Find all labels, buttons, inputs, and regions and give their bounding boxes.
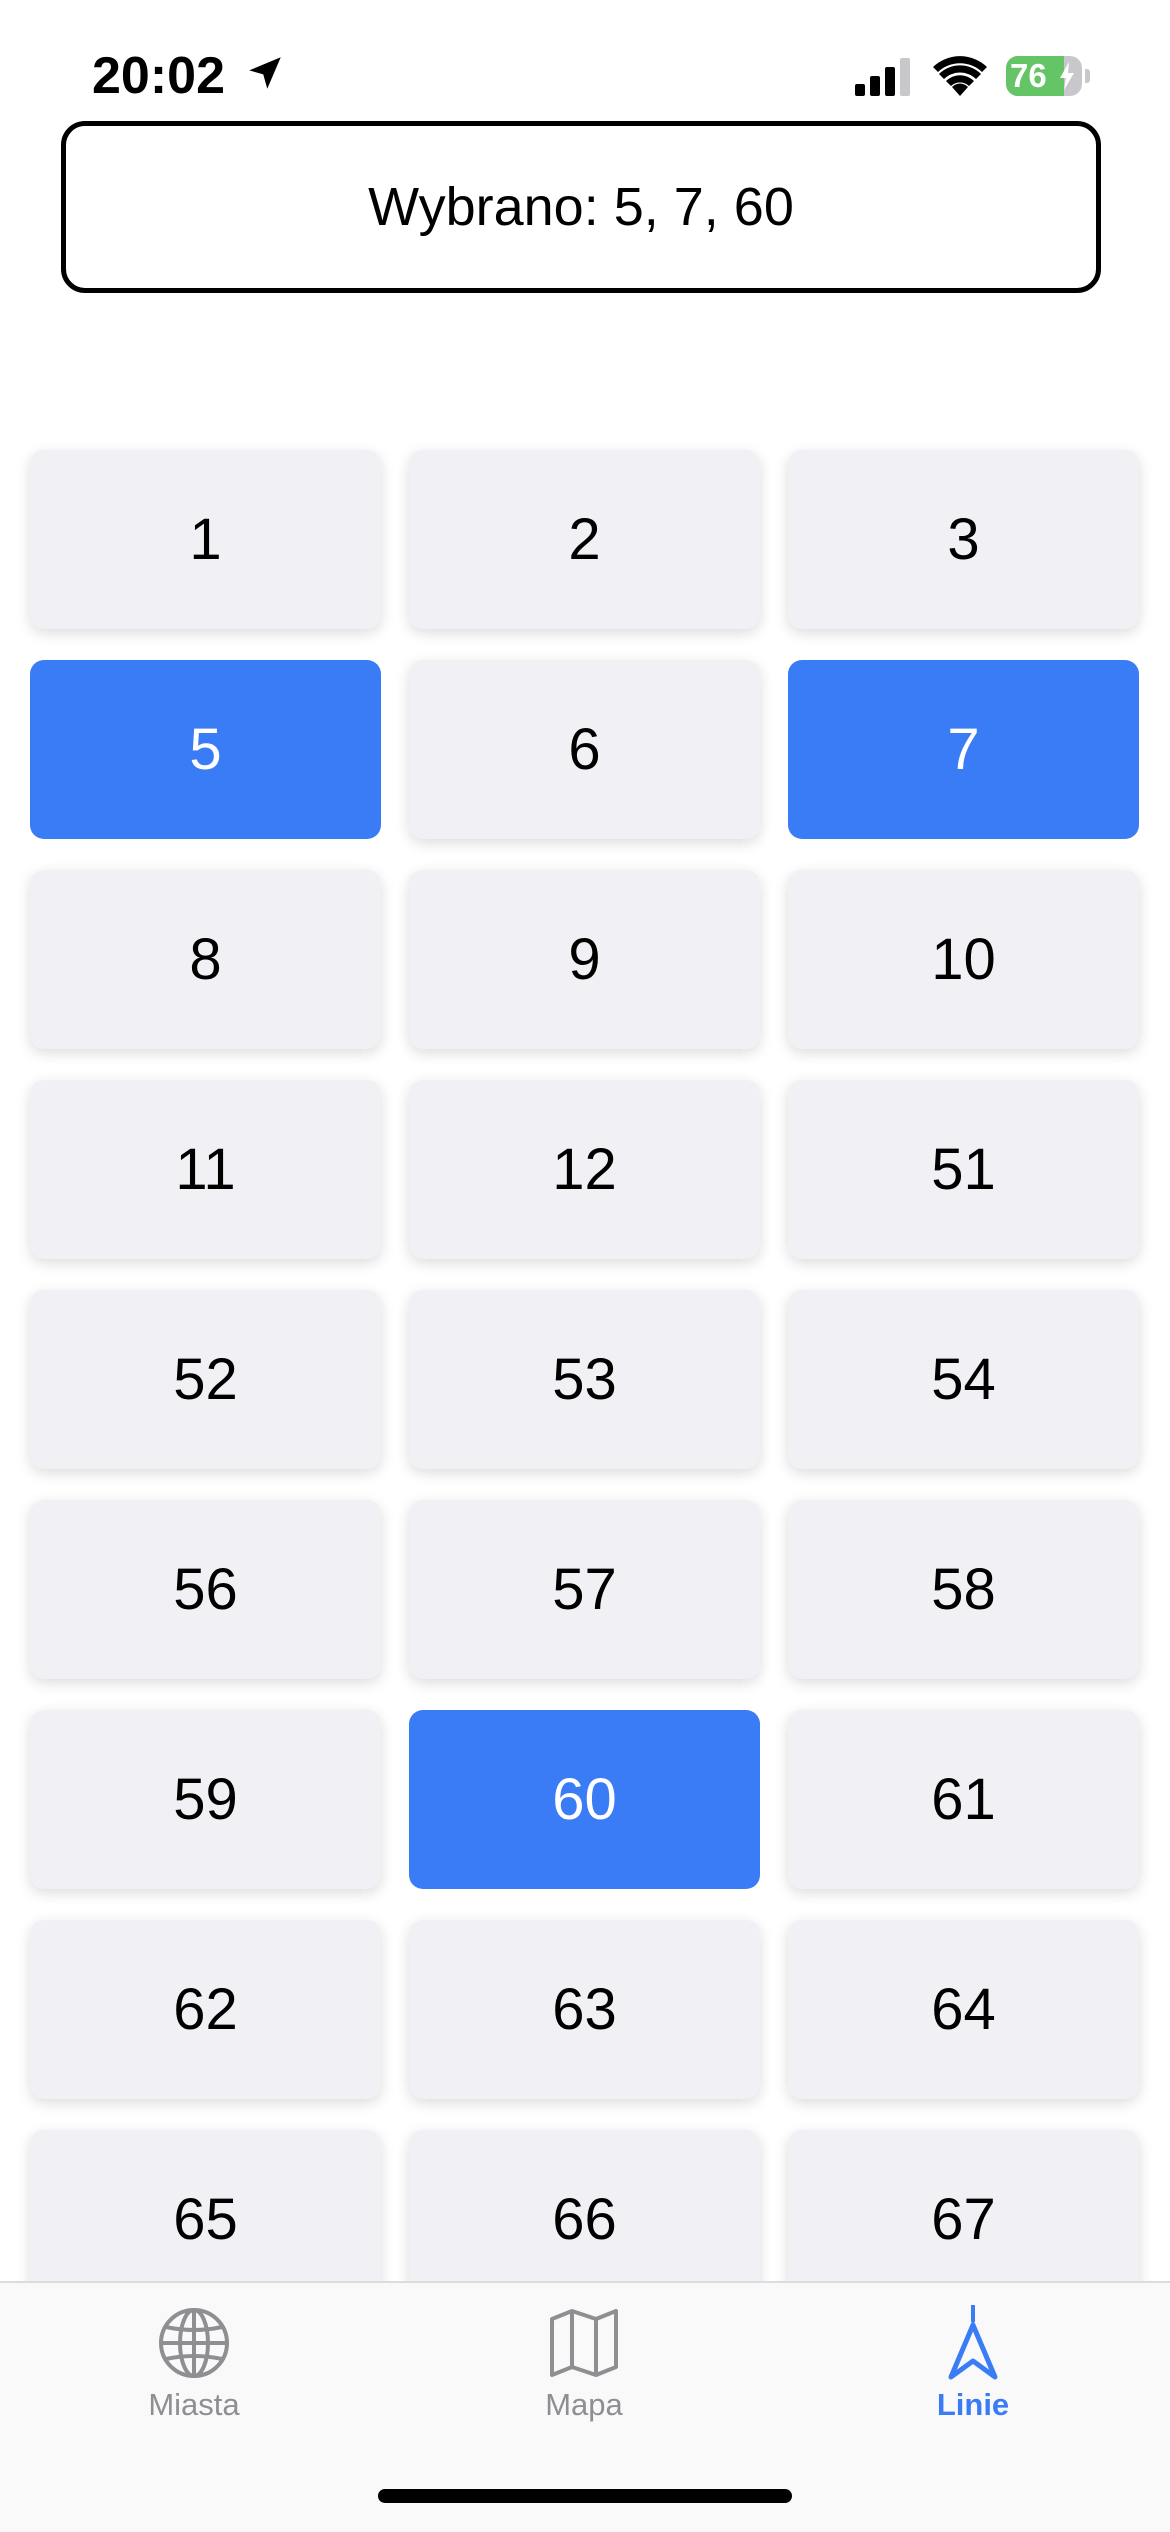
tab-miasta[interactable]: Miasta [74,2283,314,2443]
tab-label: Mapa [545,2387,623,2422]
line-button-3[interactable]: 3 [788,450,1139,629]
battery-indicator: 76 [1006,56,1090,96]
line-button-60[interactable]: 60 [409,1710,760,1889]
globe-icon [159,2308,229,2378]
line-button-1[interactable]: 1 [30,450,381,629]
line-button-64[interactable]: 64 [788,1920,1139,2099]
line-button-53[interactable]: 53 [409,1290,760,1469]
line-button-58[interactable]: 58 [788,1500,1139,1679]
navigation-arrow-icon [948,2305,998,2380]
line-button-7[interactable]: 7 [788,660,1139,839]
tab-label: Linie [936,2387,1010,2422]
line-button-61[interactable]: 61 [788,1710,1139,1889]
lines-grid: 1 2 3 5 6 7 8 9 10 11 12 51 52 53 54 56 57 58 59 60 61 62 63 64… [30,450,1141,2309]
location-arrow-icon [249,57,281,89]
line-button-52[interactable]: 52 [30,1290,381,1469]
wifi-icon [933,56,987,96]
line-button-2[interactable]: 2 [409,450,760,629]
line-button-12[interactable]: 12 [409,1080,760,1259]
line-button-10[interactable]: 10 [788,870,1139,1049]
cellular-signal-icon [855,58,910,96]
line-button-63[interactable]: 63 [409,1920,760,2099]
map-icon [550,2309,618,2377]
battery-body: 76 [1006,56,1082,96]
line-button-59[interactable]: 59 [30,1710,381,1889]
line-button-51[interactable]: 51 [788,1080,1139,1259]
tab-label: Miasta [148,2387,240,2422]
line-button-56[interactable]: 56 [30,1500,381,1679]
charging-bolt-icon [1060,62,1074,90]
line-button-54[interactable]: 54 [788,1290,1139,1469]
line-button-8[interactable]: 8 [30,870,381,1049]
line-button-5[interactable]: 5 [30,660,381,839]
tab-mapa[interactable]: Mapa [464,2283,704,2443]
status-bar: 20:02 76 [0,0,1170,118]
battery-cap [1085,69,1090,83]
home-indicator [378,2489,792,2503]
selection-summary: Wybrano: 5, 7, 60 [61,121,1101,293]
selection-summary-text: Wybrano: 5, 7, 60 [368,177,794,237]
tab-linie[interactable]: Linie [853,2283,1093,2443]
line-button-6[interactable]: 6 [409,660,760,839]
line-button-11[interactable]: 11 [30,1080,381,1259]
line-button-57[interactable]: 57 [409,1500,760,1679]
line-button-9[interactable]: 9 [409,870,760,1049]
line-button-62[interactable]: 62 [30,1920,381,2099]
status-time: 20:02 [92,47,225,105]
battery-level-text: 76 [1010,57,1047,94]
